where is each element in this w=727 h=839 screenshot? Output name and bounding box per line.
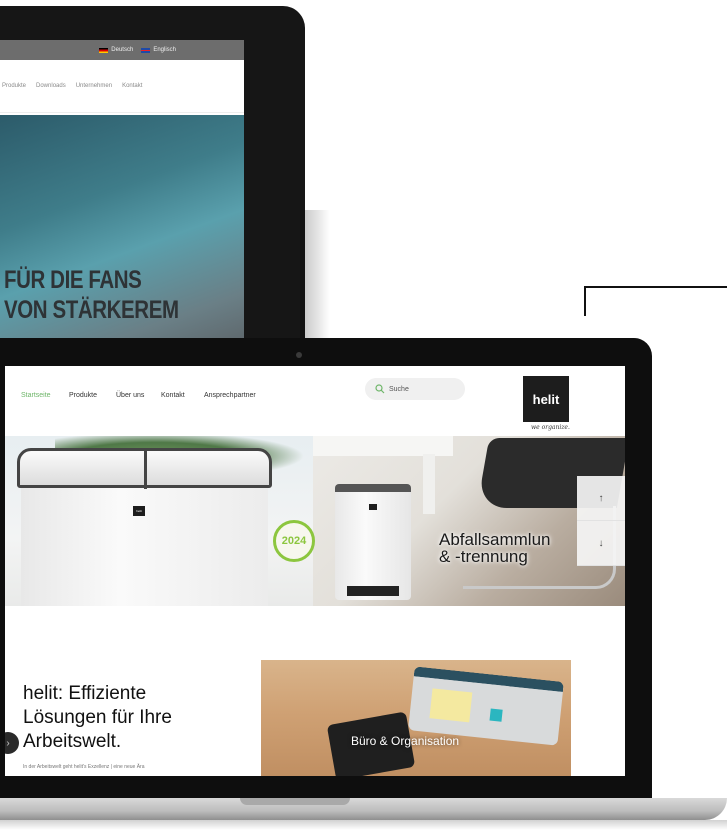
back-nav-item-kontakt[interactable]: Kontakt <box>122 83 142 89</box>
nav-item-produkte[interactable]: Produkte <box>69 392 97 399</box>
hero-caption-line-1: Abfallsammlun <box>439 530 551 549</box>
language-bar: Deutsch Englisch <box>0 40 244 60</box>
pedal-bin-pedal <box>347 586 399 596</box>
helit-logo[interactable]: helit <box>523 376 569 422</box>
headline-line-3: Arbeitswelt. <box>23 731 122 752</box>
sticky-note-image <box>429 688 473 723</box>
logo-text: helit <box>532 391 560 407</box>
cube-image <box>489 708 503 722</box>
laptop-base-shadow <box>0 820 727 830</box>
search-icon <box>375 384 385 394</box>
language-de[interactable]: Deutsch <box>99 47 133 53</box>
language-en-label: Englisch <box>153 47 176 53</box>
hero-banner: helit 2024 Abfallsammlun & -trennung ↑ ↓ <box>5 436 625 606</box>
back-hero-image: FÜR DIE FANS VON STÄRKEREM <box>0 115 244 360</box>
nav-item-kontakt[interactable]: Kontakt <box>161 392 185 399</box>
bin-brand-label: helit <box>133 506 145 516</box>
back-laptop-screen: Deutsch Englisch Produkte Downloads Unte… <box>0 40 244 360</box>
category-tile-buero[interactable]: Büro & Organisation <box>261 660 571 776</box>
laptop-base-notch <box>240 798 350 805</box>
search-placeholder: Suche <box>389 385 409 393</box>
search-input[interactable]: Suche <box>365 378 465 400</box>
uk-flag-icon <box>141 47 151 53</box>
hero-caption-line-2: & -trennung <box>439 547 528 566</box>
waste-bin-body <box>21 484 268 606</box>
arrow-up-icon: ↑ <box>598 492 604 504</box>
back-nav-item-unternehmen[interactable]: Unternehmen <box>76 83 112 89</box>
award-badge: 2024 <box>273 520 315 562</box>
back-hero-line-2: VON STÄRKEREM <box>4 296 179 324</box>
laptop-base <box>0 798 727 820</box>
waste-bin-lid <box>17 448 272 489</box>
back-hero-line-1: FÜR DIE FANS <box>4 266 142 294</box>
back-nav-item-downloads[interactable]: Downloads <box>36 83 66 89</box>
intro-text: In der Arbeitswelt geht helit's Exzellen… <box>23 764 145 770</box>
pedal-bin-image <box>335 484 411 600</box>
desk-leg <box>423 454 435 514</box>
pedal-bin-label <box>369 504 377 510</box>
back-laptop: Deutsch Englisch Produkte Downloads Unte… <box>0 6 305 360</box>
front-laptop: Startseite Produkte Über uns Kontakt Ans… <box>0 338 652 800</box>
front-laptop-screen: Startseite Produkte Über uns Kontakt Ans… <box>5 366 625 776</box>
nav-item-ansprechpartner[interactable]: Ansprechpartner <box>204 392 256 399</box>
webcam-icon <box>296 352 302 358</box>
slide-up-button[interactable]: ↑ <box>577 476 625 521</box>
back-nav: Produkte Downloads Unternehmen Kontakt <box>0 60 244 113</box>
back-hero-headline: FÜR DIE FANS VON STÄRKEREM <box>4 265 179 325</box>
hero-caption[interactable]: Abfallsammlun & -trennung <box>439 531 551 565</box>
headline-line-1: helit: Effiziente <box>23 683 147 704</box>
nav-item-startseite[interactable]: Startseite <box>21 392 51 399</box>
main-nav: Startseite Produkte Über uns Kontakt Ans… <box>5 366 625 436</box>
headline-line-2: Lösungen für Ihre <box>23 707 172 728</box>
desk-image <box>313 436 453 456</box>
page-headline: helit: Effiziente Lösungen für Ihre Arbe… <box>23 682 243 754</box>
logo-tagline: we organize. <box>531 424 570 431</box>
category-tile-label: Büro & Organisation <box>351 734 460 748</box>
chevron-right-icon: › <box>6 737 10 749</box>
slider-controls: ↑ ↓ <box>577 476 625 566</box>
language-de-label: Deutsch <box>111 47 134 53</box>
arrow-down-icon: ↓ <box>598 537 604 549</box>
slide-down-button[interactable]: ↓ <box>577 521 625 566</box>
callout-line <box>584 286 727 316</box>
side-scroll-button[interactable]: › <box>5 732 19 754</box>
lid-divider <box>144 451 147 489</box>
nav-item-ueber-uns[interactable]: Über uns <box>116 392 144 399</box>
back-laptop-shadow <box>300 210 330 340</box>
badge-year: 2024 <box>281 535 307 547</box>
back-nav-item-produkte[interactable]: Produkte <box>2 83 26 89</box>
language-en[interactable]: Englisch <box>141 47 176 53</box>
german-flag-icon <box>99 47 109 53</box>
hero-left-image: helit <box>5 436 313 606</box>
